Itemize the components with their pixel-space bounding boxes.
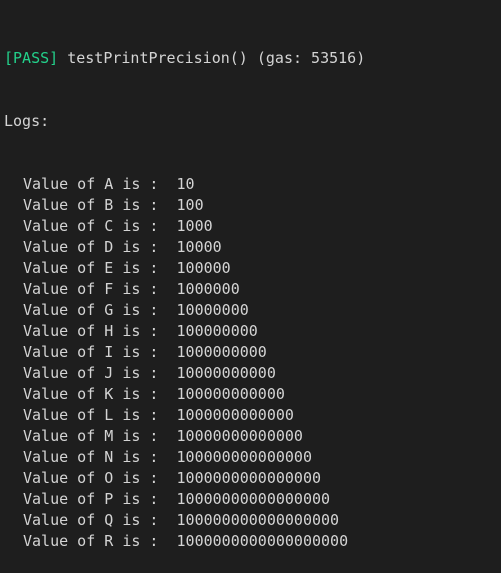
log-line: Value of A is : 10 (4, 174, 501, 195)
log-label: Value of L is : (23, 406, 168, 424)
log-line: Value of N is : 100000000000000 (4, 447, 501, 468)
log-list: Value of A is : 10 Value of B is : 100 Val… (4, 174, 501, 552)
log-line: Value of J is : 10000000000 (4, 363, 501, 384)
log-value: 1000000000000000000 (176, 532, 349, 550)
log-label: Value of P is : (23, 490, 168, 508)
log-value: 100000000000000000 (176, 511, 340, 529)
log-line: Value of F is : 1000000 (4, 279, 501, 300)
log-label: Value of G is : (23, 301, 168, 319)
log-value: 1000 (176, 217, 213, 235)
log-line: Value of D is : 10000 (4, 237, 501, 258)
log-value: 10000000000000000 (176, 490, 331, 508)
log-value: 1000000 (176, 280, 240, 298)
log-line: Value of O is : 1000000000000000 (4, 468, 501, 489)
log-value: 1000000000000000 (176, 469, 322, 487)
log-value: 1000000000 (176, 343, 267, 361)
log-value: 100000000 (176, 322, 258, 340)
log-line: Value of P is : 10000000000000000 (4, 489, 501, 510)
log-value: 100000000000000 (176, 448, 312, 466)
log-value: 100000000000 (176, 385, 285, 403)
log-label: Value of R is : (23, 532, 168, 550)
log-label: Value of D is : (23, 238, 168, 256)
log-label: Value of K is : (23, 385, 168, 403)
pass-status-badge: [PASS] (4, 49, 59, 67)
log-line: Value of E is : 100000 (4, 258, 501, 279)
log-label: Value of M is : (23, 427, 168, 445)
log-line: Value of H is : 100000000 (4, 321, 501, 342)
log-line: Value of B is : 100 (4, 195, 501, 216)
log-label: Value of E is : (23, 259, 168, 277)
log-line: Value of R is : 1000000000000000000 (4, 531, 501, 552)
log-line: Value of I is : 1000000000 (4, 342, 501, 363)
log-value: 100000 (176, 259, 231, 277)
log-label: Value of F is : (23, 280, 168, 298)
log-label: Value of A is : (23, 175, 168, 193)
log-label: Value of B is : (23, 196, 168, 214)
log-value: 10000000000 (176, 364, 276, 382)
log-line: Value of Q is : 100000000000000000 (4, 510, 501, 531)
log-value: 10000 (176, 238, 222, 256)
log-label: Value of H is : (23, 322, 168, 340)
gas-usage: (gas: 53516) (256, 49, 366, 67)
log-label: Value of C is : (23, 217, 168, 235)
log-label: Value of O is : (23, 469, 168, 487)
log-value: 10000000 (176, 301, 249, 319)
log-line: Value of K is : 100000000000 (4, 384, 501, 405)
test-name: testPrintPrecision() (67, 49, 248, 67)
log-line: Value of L is : 1000000000000 (4, 405, 501, 426)
log-label: Value of I is : (23, 343, 168, 361)
test-result-line: [PASS] testPrintPrecision() (gas: 53516) (4, 48, 501, 69)
logs-label: Logs: (4, 112, 50, 130)
terminal-output: [PASS] testPrintPrecision() (gas: 53516)… (0, 0, 501, 550)
log-label: Value of J is : (23, 364, 168, 382)
log-value: 10000000000000 (176, 427, 303, 445)
log-label: Value of Q is : (23, 511, 168, 529)
log-line: Value of G is : 10000000 (4, 300, 501, 321)
log-label: Value of N is : (23, 448, 168, 466)
log-value: 10 (176, 175, 195, 193)
log-value: 100 (176, 196, 204, 214)
log-value: 1000000000000 (176, 406, 294, 424)
log-line: Value of C is : 1000 (4, 216, 501, 237)
